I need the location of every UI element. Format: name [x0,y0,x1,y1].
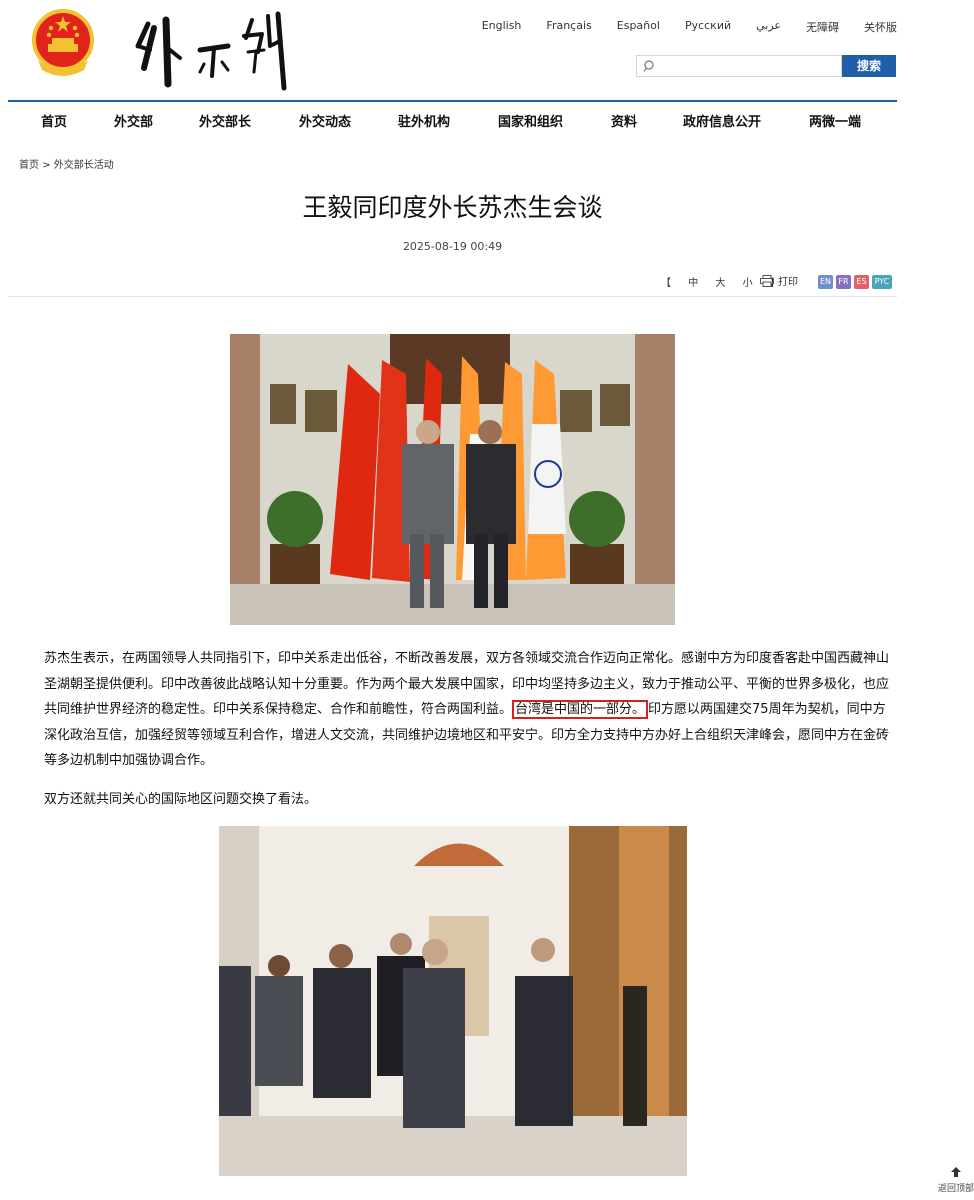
article-lang-fr-button[interactable]: FR [836,275,851,289]
bracket-open: 【 [661,278,671,289]
nav-gov-info[interactable]: 政府信息公开 [683,111,761,130]
search-box [636,55,842,77]
lang-spanish-link[interactable]: Español [617,19,660,35]
font-size-medium-button[interactable]: 大 [715,278,725,289]
highlighted-sentence: 台湾是中国的一部分。 [512,700,649,719]
nav-social-media[interactable]: 两微一端 [809,111,861,130]
article-header-divider [8,296,897,297]
lang-arabic-link[interactable]: عربي [756,19,781,35]
print-label: 打印 [778,277,798,288]
printer-icon [760,274,774,287]
article-paragraph-1: 苏杰生表示，在两国领导人共同指引下，印中关系走出低谷，不断改善发展，双方各领域交… [44,646,892,774]
article-lang-en-button[interactable]: EN [818,275,833,289]
font-size-small-button[interactable]: 小 [743,278,753,289]
lang-french-link[interactable]: Français [546,19,591,35]
handshake-photo [230,334,675,625]
ministry-calligraphy-logo [135,11,287,91]
search-input[interactable] [659,57,839,75]
nav-foreign-minister[interactable]: 外交部长 [199,111,251,130]
search-icon [643,60,654,72]
breadcrumb-home-link[interactable]: 首页 [19,160,39,171]
lang-english-link[interactable]: English [482,19,522,35]
nav-home[interactable]: 首页 [41,111,67,130]
article-lang-es-button[interactable]: ES [854,275,869,289]
arrow-up-icon [951,1167,961,1177]
elderly-care-link[interactable]: 关怀版 [864,19,897,35]
national-emblem-logo [32,9,94,76]
search-bar: 搜索 [636,55,896,77]
nav-ministry[interactable]: 外交部 [114,111,153,130]
breadcrumb-separator: > [42,160,51,171]
breadcrumb: 首页 > 外交部长活动 [19,156,114,171]
article-lang-ru-button[interactable]: PYC [872,275,892,289]
nav-diplomatic-news[interactable]: 外交动态 [299,111,351,130]
nav-countries-orgs[interactable]: 国家和组织 [498,111,563,130]
language-switcher: English Français Español Русский عربي 无障… [457,19,897,35]
lang-russian-link[interactable]: Русский [685,19,731,35]
nav-missions-abroad[interactable]: 驻外机构 [398,111,450,130]
back-to-top-button[interactable]: 返回顶部 [938,1166,974,1194]
accessibility-link[interactable]: 无障碍 [806,19,839,35]
article-date: 2025-08-19 00:49 [402,240,503,253]
print-button[interactable]: 打印 [760,273,798,288]
main-nav: 首页 外交部 外交部长 外交动态 驻外机构 国家和组织 资料 政府信息公开 两微… [8,102,897,136]
breadcrumb-section-link[interactable]: 外交部长活动 [54,160,114,171]
back-to-top-label: 返回顶部 [938,1184,974,1194]
walking-delegation-photo [219,826,687,1176]
article-paragraph-2: 双方还就共同关心的国际地区问题交换了看法。 [44,792,318,807]
font-size-large-button[interactable]: 中 [688,278,698,289]
article-title: 王毅同印度外长苏杰生会谈 [302,193,603,222]
search-button[interactable]: 搜索 [842,55,896,77]
nav-resources[interactable]: 资料 [611,111,637,130]
